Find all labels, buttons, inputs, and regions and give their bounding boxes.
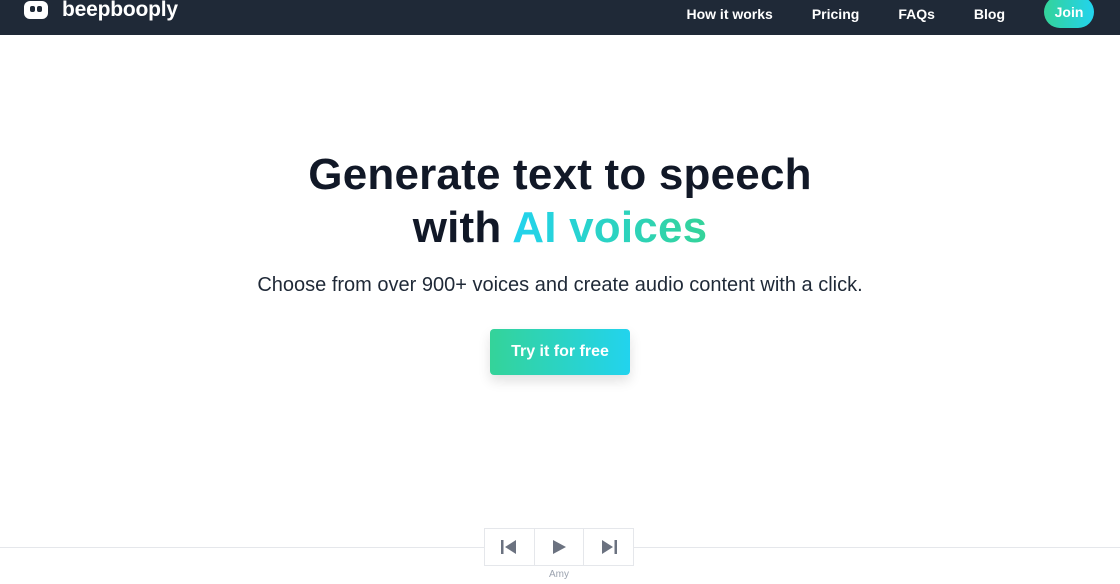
robot-face-icon bbox=[24, 1, 48, 19]
main-nav: How it works Pricing FAQs Blog Join bbox=[686, 0, 1094, 28]
hero-title-accent: AI voices bbox=[512, 203, 708, 252]
hero-section: Generate text to speech with AI voices C… bbox=[0, 148, 1120, 375]
hero-title-line1: Generate text to speech bbox=[308, 150, 812, 199]
hero-title-prefix: with bbox=[412, 203, 513, 252]
previous-button[interactable] bbox=[485, 529, 535, 565]
next-button[interactable] bbox=[584, 529, 633, 565]
voice-name-label: Amy bbox=[549, 569, 569, 580]
hero-title: Generate text to speech with AI voices bbox=[0, 148, 1120, 254]
play-icon bbox=[553, 540, 566, 554]
nav-link-how-it-works[interactable]: How it works bbox=[686, 6, 772, 22]
nav-link-blog[interactable]: Blog bbox=[974, 6, 1005, 22]
nav-link-faqs[interactable]: FAQs bbox=[898, 6, 935, 22]
play-button[interactable] bbox=[535, 529, 585, 565]
brand-logo[interactable]: beepbooply bbox=[24, 0, 178, 24]
try-free-button[interactable]: Try it for free bbox=[490, 329, 630, 375]
nav-link-pricing[interactable]: Pricing bbox=[812, 6, 859, 22]
skip-previous-icon bbox=[501, 540, 517, 554]
top-navbar: beepbooply How it works Pricing FAQs Blo… bbox=[0, 0, 1120, 35]
skip-next-icon bbox=[601, 540, 617, 554]
audio-player bbox=[484, 528, 634, 566]
join-button[interactable]: Join bbox=[1044, 0, 1094, 28]
hero-subtitle: Choose from over 900+ voices and create … bbox=[257, 274, 863, 296]
brand-name: beepbooply bbox=[62, 0, 178, 21]
